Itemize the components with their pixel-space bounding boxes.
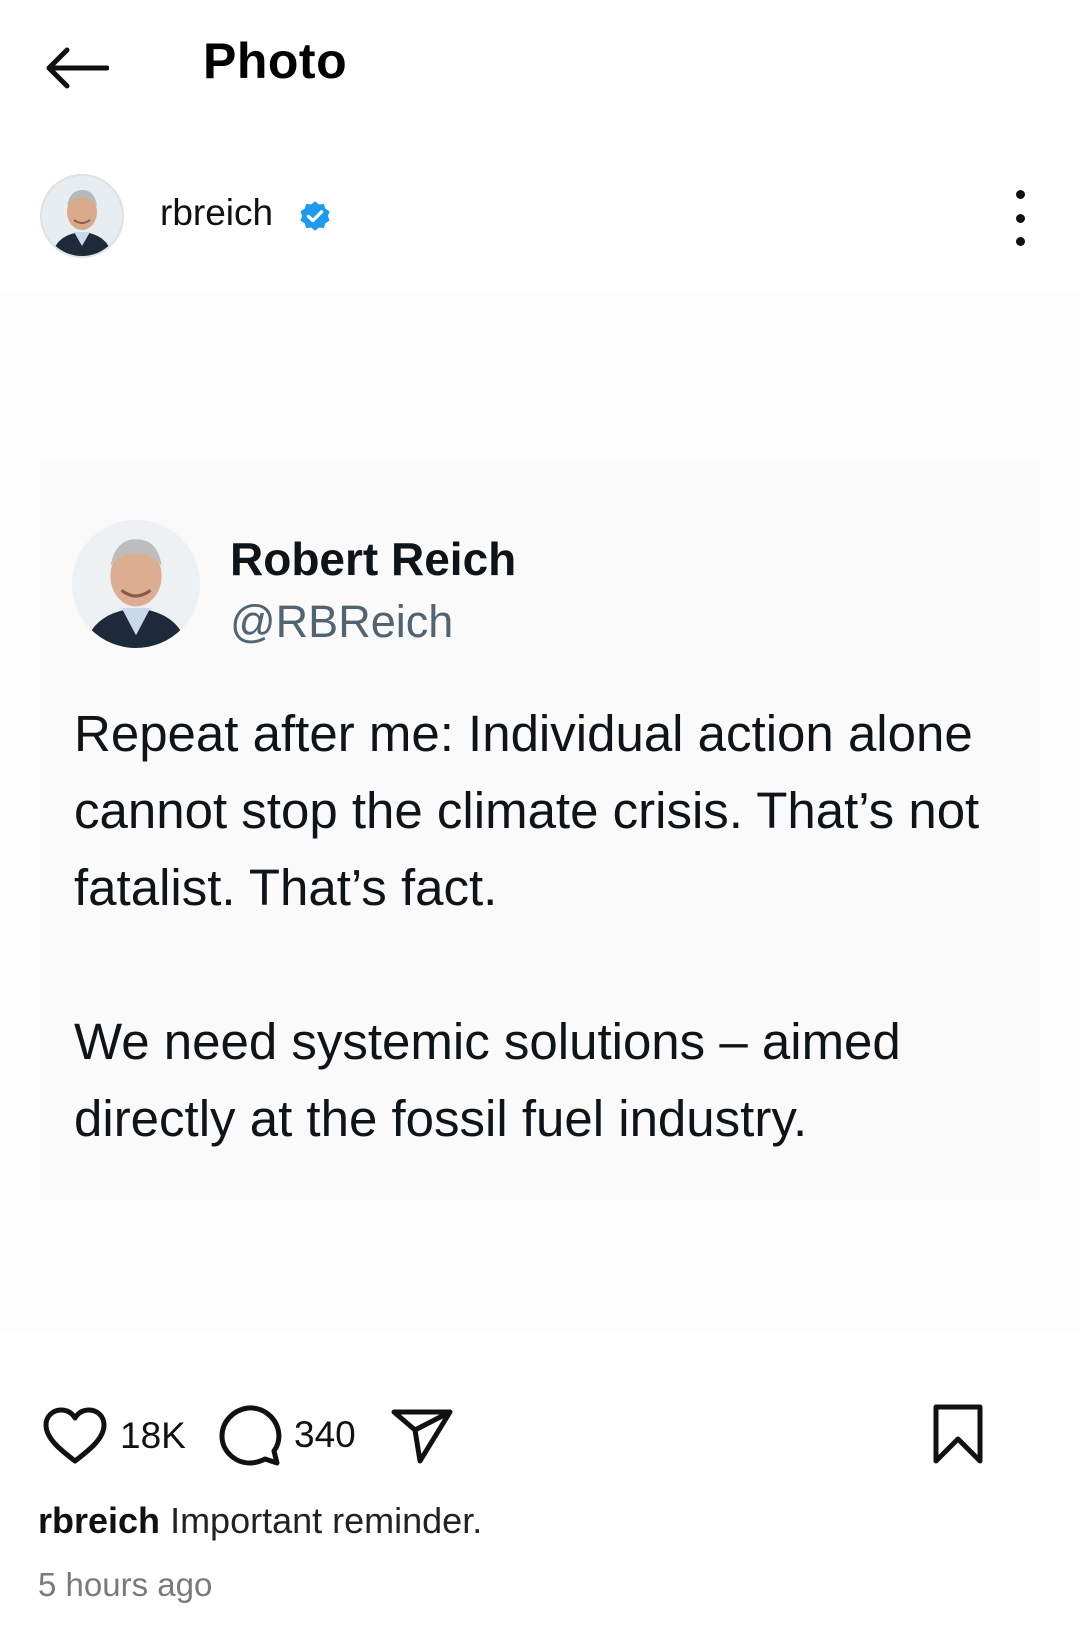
like-count: 18K xyxy=(120,1415,186,1456)
caption-username[interactable]: rbreich xyxy=(38,1500,160,1541)
more-vertical-icon xyxy=(1015,190,1025,199)
top-bar: Photo xyxy=(0,0,1080,130)
bookmark-icon xyxy=(933,1404,983,1464)
tweet-card: Robert Reich @RBReich Repeat after me: I… xyxy=(40,460,1040,1200)
arrow-left-icon xyxy=(46,47,109,89)
post-caption: rbreich Important reminder. xyxy=(38,1500,482,1542)
tweet-text: Repeat after me: Individual action alone… xyxy=(74,695,1024,1157)
tweet-paragraph-1: Repeat after me: Individual action alone… xyxy=(74,705,980,916)
tweet-avatar xyxy=(72,520,200,648)
like-button[interactable]: 18K xyxy=(42,1407,186,1465)
post-timestamp: 5 hours ago xyxy=(38,1566,213,1603)
post-header: rbreich xyxy=(0,168,1080,258)
comment-count: 340 xyxy=(294,1414,356,1455)
heart-icon xyxy=(43,1407,107,1464)
tweet-author-handle: @RBReich xyxy=(230,596,454,647)
avatar[interactable] xyxy=(40,174,124,258)
share-button[interactable] xyxy=(390,1407,454,1465)
avatar-image xyxy=(42,176,122,256)
back-button[interactable] xyxy=(40,38,112,98)
post-photo[interactable]: Robert Reich @RBReich Repeat after me: I… xyxy=(0,290,1080,1330)
tweet-paragraph-2: We need systemic solutions – aimed direc… xyxy=(74,1013,901,1147)
save-button[interactable] xyxy=(932,1403,984,1465)
tweet-author-name: Robert Reich xyxy=(230,533,517,585)
send-icon xyxy=(391,1409,453,1464)
caption-text: Important reminder. xyxy=(170,1500,483,1541)
page-title: Photo xyxy=(203,33,348,89)
more-options-button[interactable] xyxy=(1000,190,1040,246)
comment-icon xyxy=(219,1405,282,1466)
comment-button[interactable]: 340 xyxy=(218,1403,356,1467)
post-actions: 18K 340 xyxy=(0,1395,1080,1475)
post-username[interactable]: rbreich xyxy=(160,192,273,234)
tweet-avatar-image xyxy=(72,520,200,648)
verified-badge-icon xyxy=(300,201,330,231)
